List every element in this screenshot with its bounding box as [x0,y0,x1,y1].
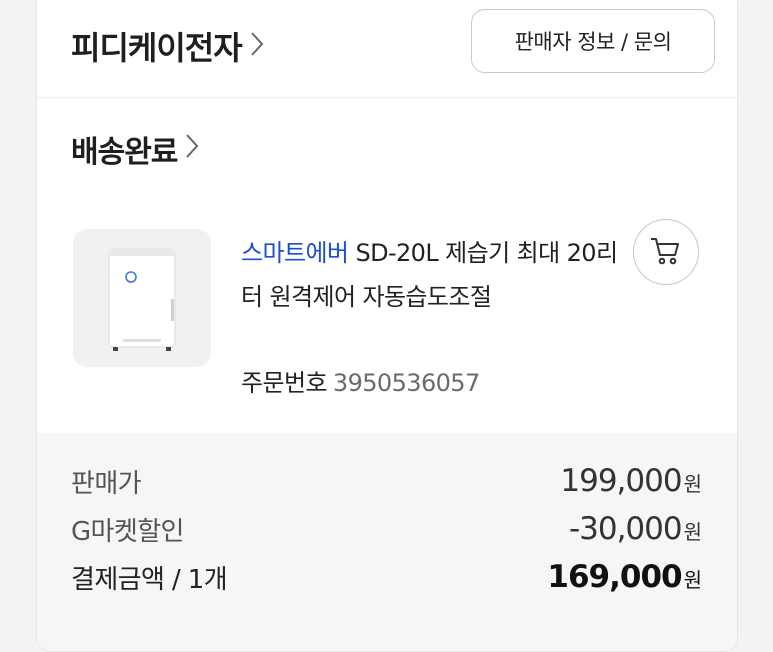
seller-link[interactable]: 피디케이전자 [71,23,264,69]
product-thumbnail[interactable] [73,229,211,367]
delivery-status: 배송완료 [71,135,178,170]
cart-icon [649,235,683,270]
price-amount: 169,000 원 [547,559,702,595]
price-label: 판매가 [71,468,142,499]
order-number-label: 주문번호 [241,369,328,397]
seller-info-button[interactable]: 판매자 정보 / 문의 [471,9,715,73]
dehumidifier-image [108,248,176,351]
chevron-right-icon [185,132,199,167]
price-row-discount: G마켓할인 -30,000 원 [71,507,702,551]
chevron-right-icon [250,27,264,65]
price-row-sale: 판매가 199,000 원 [71,459,702,503]
order-number: 주문번호 3950536057 [241,363,480,398]
product-title-link[interactable]: 스마트에버 SD-20L 제습기 최대 20리터 원격제어 자동습도조절 [241,231,621,319]
order-card: 피디케이전자 판매자 정보 / 문의 배송완료 스마트에버 SD-20L 제습기… [36,0,738,652]
price-amount: -30,000 원 [568,511,702,547]
product-brand[interactable]: 스마트에버 [241,239,349,267]
price-row-total: 결제금액 / 1개 169,000 원 [71,555,702,599]
seller-header: 피디케이전자 판매자 정보 / 문의 [37,1,737,98]
price-label: 결제금액 / 1개 [71,564,228,595]
order-number-value: 3950536057 [332,369,480,397]
add-to-cart-button[interactable] [633,219,699,285]
price-amount: 199,000 원 [560,463,702,499]
price-summary: 판매가 199,000 원 G마켓할인 -30,000 원 결제금액 / 1개 16… [37,433,737,651]
delivery-status-link[interactable]: 배송완료 [71,127,199,171]
seller-name: 피디케이전자 [71,29,243,67]
price-label: G마켓할인 [71,516,184,547]
